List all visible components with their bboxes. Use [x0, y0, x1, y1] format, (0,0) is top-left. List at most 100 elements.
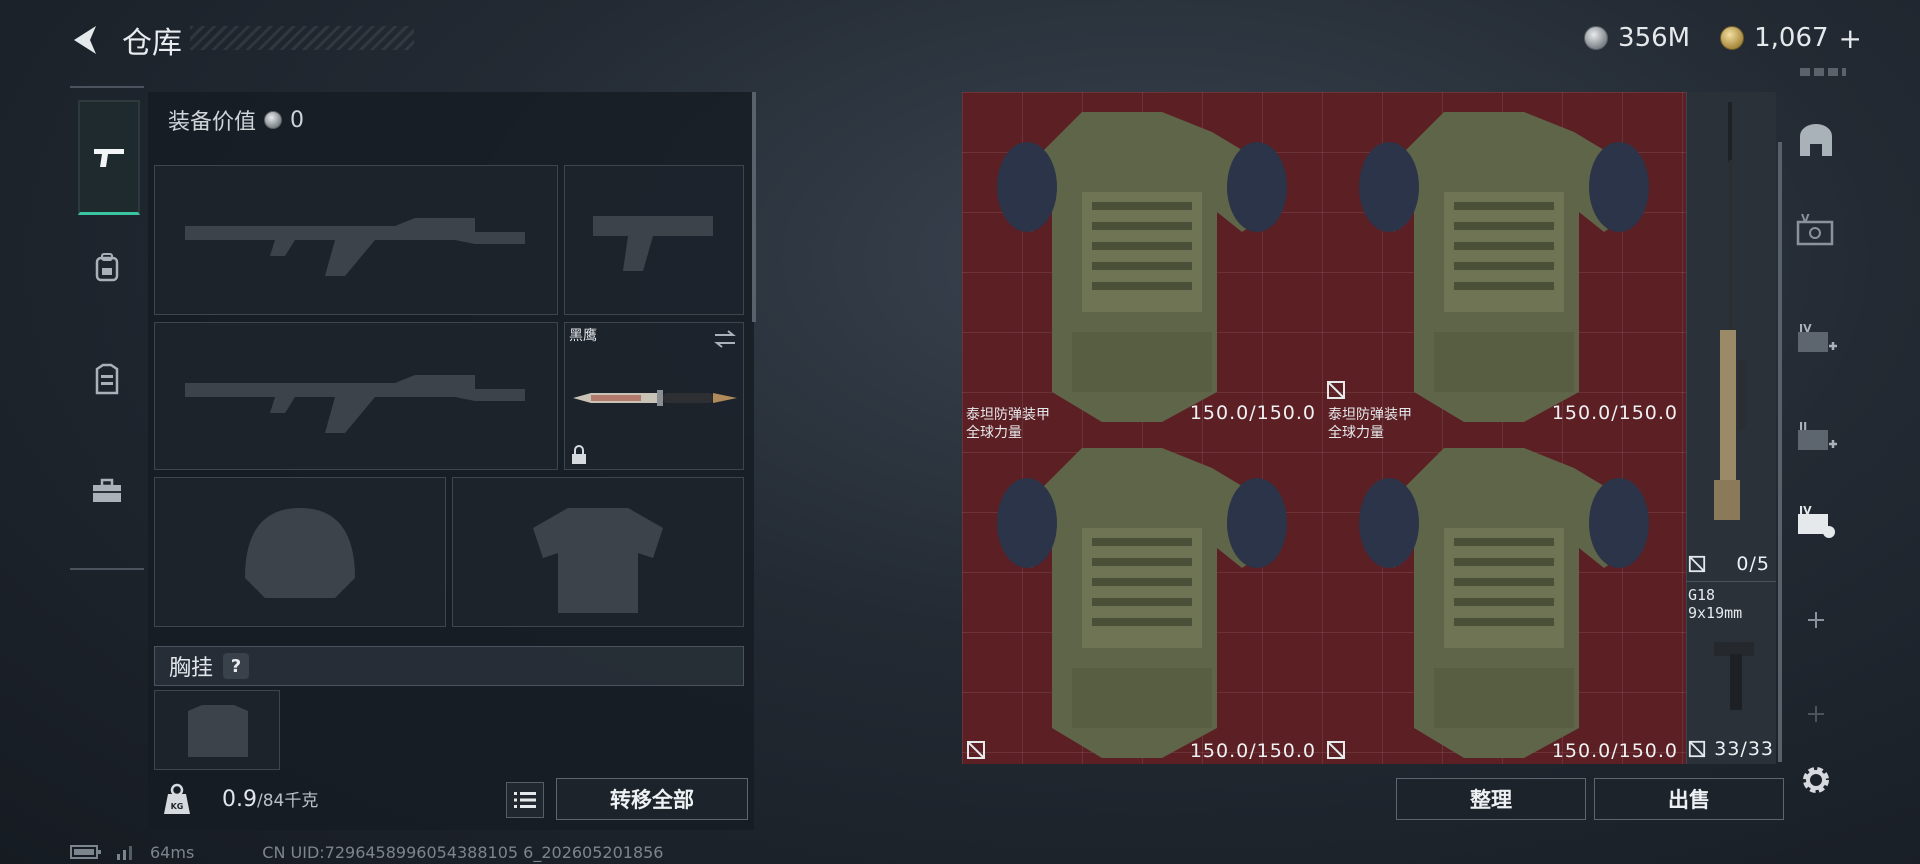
- g18-name: G18: [1688, 586, 1716, 604]
- chest-rig-header: 胸挂 ?: [154, 646, 744, 686]
- transfer-all-button[interactable]: 转移全部: [556, 778, 748, 820]
- weight-max: /84千克: [257, 791, 319, 811]
- equipment-value-label: 装备价值: [168, 110, 257, 135]
- battery-icon: [70, 845, 101, 859]
- body-armor-icon: [997, 112, 1287, 422]
- settings-button[interactable]: [1794, 758, 1838, 802]
- svg-text:II: II: [1799, 420, 1807, 433]
- case-ii-add-icon: II: [1798, 420, 1837, 450]
- chest-rig-silhouette-icon: [188, 705, 248, 757]
- plus-icon: [1808, 706, 1824, 722]
- top-decoration: [1800, 68, 1846, 76]
- sort-button[interactable]: 整理: [1396, 778, 1586, 820]
- stash-tab-main[interactable]: [1794, 118, 1838, 162]
- no-resale-icon: [1327, 381, 1345, 399]
- armor-item[interactable]: 150.0/150.0: [1324, 92, 1686, 428]
- ping-value: 64ms: [150, 842, 195, 862]
- uid-text: CN UID:7296458996054388105 6_20260520185…: [262, 842, 664, 862]
- page-title: 仓库: [122, 26, 182, 61]
- weight-current: 0.9: [222, 787, 257, 812]
- stash-tab-2[interactable]: II: [1794, 416, 1838, 460]
- helmet-slot[interactable]: [154, 477, 446, 627]
- tab-weapons[interactable]: [78, 100, 140, 215]
- sniper-rifle-item[interactable]: 0/5: [1686, 92, 1776, 582]
- plus-icon: [1808, 612, 1824, 628]
- no-resale-icon: [1688, 740, 1706, 758]
- gear-icon: [1803, 767, 1829, 793]
- help-button[interactable]: ?: [223, 653, 250, 679]
- weight-icon: KG: [162, 782, 192, 816]
- no-resale-icon: [1327, 741, 1345, 759]
- list-icon: [514, 792, 536, 808]
- case-v-icon: V: [1796, 212, 1834, 246]
- equipment-value: 装备价值 0: [168, 104, 304, 136]
- sell-button[interactable]: 出售: [1594, 778, 1784, 820]
- armor-name-line2: 全球力量: [966, 425, 1022, 441]
- g18-pistol-icon: [1714, 642, 1754, 710]
- equipment-tabs: [70, 86, 144, 570]
- stash-scrollbar[interactable]: [1778, 142, 1782, 762]
- gold-amount: 1,067: [1754, 23, 1829, 53]
- equipment-scrollbar[interactable]: [752, 92, 756, 322]
- swap-icon[interactable]: [713, 329, 737, 349]
- toolbox-icon: [93, 478, 121, 502]
- primary-weapon-slot[interactable]: [154, 165, 558, 315]
- secondary-weapon-slot[interactable]: [154, 322, 558, 470]
- helmet-silhouette-icon: [245, 508, 355, 598]
- knife-icon: [573, 390, 737, 406]
- stash-tab-5[interactable]: V: [1794, 208, 1838, 252]
- currency-display: 356M 1,067 +: [1524, 20, 1862, 56]
- add-currency-button[interactable]: +: [1839, 22, 1862, 55]
- case-iv-add-icon: IV: [1798, 322, 1837, 352]
- body-armor-icon: [1359, 112, 1649, 422]
- silver-amount: 356M: [1618, 23, 1691, 53]
- armor-silhouette-icon: [533, 508, 663, 613]
- armor-item[interactable]: 泰坦防弹装甲 全球力量 150.0/150.0: [1324, 407, 1686, 764]
- no-resale-icon: [967, 741, 985, 759]
- weight-value: 0.9/84千克: [222, 786, 318, 812]
- body-armor-icon: [1359, 448, 1649, 758]
- body-armor-icon: [997, 448, 1287, 758]
- back-button[interactable]: [66, 20, 106, 60]
- list-view-button[interactable]: [506, 782, 544, 818]
- knife-name: 黑鹰: [569, 328, 597, 344]
- g18-item[interactable]: G18 9x19mm 33/33: [1686, 582, 1776, 764]
- tab-vest[interactable]: [78, 324, 136, 434]
- tab-backpack[interactable]: [78, 212, 136, 322]
- armor-item[interactable]: 150.0/150.0: [962, 92, 1324, 428]
- stash-tab-iv-active[interactable]: IV: [1794, 500, 1838, 544]
- chest-rig-label: 胸挂: [169, 656, 214, 681]
- vest-icon: [95, 363, 119, 395]
- back-arrow-icon: [74, 26, 96, 54]
- armor-name-line1: 泰坦防弹装甲: [1328, 407, 1412, 423]
- melee-slot[interactable]: 黑鹰: [564, 322, 744, 470]
- stash-tab-4[interactable]: IV: [1794, 318, 1838, 362]
- equipment-value-amount: 0: [290, 107, 305, 133]
- armor-name: 泰坦防弹装甲 全球力量: [966, 406, 1050, 442]
- no-resale-icon: [1688, 555, 1706, 573]
- svg-text:IV: IV: [1799, 504, 1812, 517]
- silver-coin-icon: [264, 111, 283, 129]
- title-decoration: [190, 26, 414, 50]
- body-armor-slot[interactable]: [452, 477, 744, 627]
- svg-text:KG: KG: [171, 802, 184, 811]
- g18-caliber: 9x19mm: [1688, 604, 1743, 622]
- rifle-ammo: 0/5: [1736, 553, 1770, 575]
- rifle-silhouette-icon: [185, 375, 525, 433]
- armor-durability: 150.0/150.0: [1189, 740, 1316, 762]
- armor-durability: 150.0/150.0: [1551, 740, 1678, 762]
- silver-coin-icon: [1584, 26, 1609, 50]
- pistol-slot[interactable]: [564, 165, 744, 315]
- pistol-silhouette-icon: [593, 216, 713, 271]
- lock-icon: [572, 445, 586, 464]
- armor-item[interactable]: 泰坦防弹装甲 全球力量 150.0/150.0: [962, 407, 1324, 764]
- status-bar: 64ms CN UID:7296458996054388105 6_202605…: [70, 840, 770, 864]
- signal-icon: [117, 846, 132, 860]
- chest-rig-slot[interactable]: [154, 690, 280, 770]
- storage-icon: [1800, 124, 1832, 156]
- svg-text:IV: IV: [1799, 322, 1812, 335]
- sniper-rifle-icon: [1714, 102, 1746, 520]
- add-stash-tab-button[interactable]: [1794, 598, 1838, 642]
- tab-toolbox[interactable]: [78, 436, 136, 546]
- gold-coin-icon: [1720, 26, 1745, 50]
